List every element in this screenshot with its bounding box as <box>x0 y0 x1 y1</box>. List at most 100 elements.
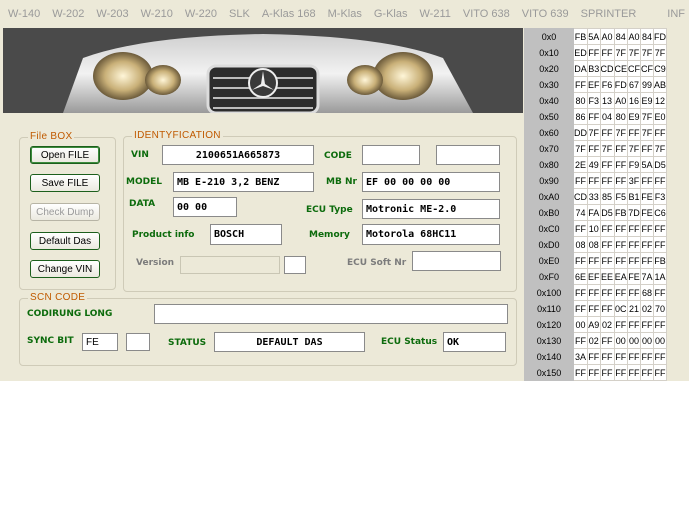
hex-byte-cell[interactable]: 10 <box>587 220 601 237</box>
hex-byte-cell[interactable]: FF <box>627 220 642 237</box>
hex-byte-cell[interactable]: FF <box>587 44 601 61</box>
hex-byte-cell[interactable]: FF <box>640 140 655 157</box>
hex-byte-cell[interactable]: B3 <box>587 60 601 77</box>
hex-byte-cell[interactable]: B1 <box>627 188 642 205</box>
hex-byte-cell[interactable]: FF <box>613 364 629 381</box>
version-field-2[interactable] <box>284 256 306 274</box>
hex-byte-cell[interactable]: 21 <box>627 300 642 317</box>
hex-byte-cell[interactable]: FF <box>599 284 615 301</box>
hex-byte-cell[interactable]: F6 <box>599 76 615 93</box>
hex-byte-cell[interactable]: 02 <box>587 332 601 349</box>
hex-byte-cell[interactable]: FF <box>573 76 588 93</box>
hex-byte-cell[interactable]: FF <box>640 364 655 381</box>
hex-byte-cell[interactable]: 02 <box>640 300 655 317</box>
ecu-type-field[interactable]: Motronic ME-2.0 <box>362 199 500 219</box>
hex-byte-cell[interactable]: FF <box>627 252 642 269</box>
hex-byte-cell[interactable]: EA <box>613 268 629 285</box>
hex-byte-cell[interactable]: 7A <box>640 268 655 285</box>
hex-byte-cell[interactable]: FF <box>573 364 588 381</box>
hex-byte-cell[interactable]: 70 <box>653 300 668 317</box>
hex-byte-cell[interactable]: 7F <box>587 124 601 141</box>
hex-byte-cell[interactable]: 08 <box>587 236 601 253</box>
hex-byte-cell[interactable]: FF <box>587 284 601 301</box>
hex-byte-cell[interactable]: FF <box>587 172 601 189</box>
hex-byte-cell[interactable]: 74 <box>573 204 588 221</box>
hex-byte-cell[interactable]: 7F <box>653 140 668 157</box>
hex-byte-cell[interactable]: 33 <box>587 188 601 205</box>
tab-m-klas[interactable]: M-Klas <box>322 8 368 20</box>
hex-byte-cell[interactable]: CE <box>613 60 629 77</box>
hex-byte-cell[interactable]: ED <box>573 44 588 61</box>
hex-byte-cell[interactable]: 99 <box>640 76 655 93</box>
hex-byte-cell[interactable]: FF <box>613 220 629 237</box>
tab-w-203[interactable]: W-203 <box>90 8 134 20</box>
hex-byte-cell[interactable]: 7F <box>627 44 642 61</box>
hex-byte-cell[interactable]: FF <box>599 252 615 269</box>
hex-byte-cell[interactable]: FF <box>573 332 588 349</box>
hex-byte-cell[interactable]: 84 <box>613 28 629 45</box>
hex-byte-cell[interactable]: 7F <box>653 44 668 61</box>
hex-byte-cell[interactable]: 13 <box>599 92 615 109</box>
tab-a-klas-168[interactable]: A-Klas 168 <box>256 8 322 20</box>
hex-byte-cell[interactable]: 16 <box>627 92 642 109</box>
hex-byte-cell[interactable]: FF <box>599 44 615 61</box>
hex-byte-cell[interactable]: A0 <box>613 92 629 109</box>
hex-byte-cell[interactable]: 49 <box>587 156 601 173</box>
hex-byte-cell[interactable]: 00 <box>573 316 588 333</box>
hex-byte-cell[interactable]: FF <box>640 252 655 269</box>
hex-byte-cell[interactable]: FF <box>653 236 668 253</box>
tab-w-202[interactable]: W-202 <box>46 8 90 20</box>
hex-byte-cell[interactable]: FF <box>627 364 642 381</box>
hex-byte-cell[interactable]: CD <box>573 188 588 205</box>
hex-byte-cell[interactable]: FF <box>613 156 629 173</box>
mbnr-field[interactable]: EF 00 00 00 00 <box>362 172 500 192</box>
hex-byte-cell[interactable]: 80 <box>613 108 629 125</box>
tab-vito-638[interactable]: VITO 638 <box>457 8 516 20</box>
hex-byte-cell[interactable]: FF <box>599 300 615 317</box>
tab-w-211[interactable]: W-211 <box>413 8 456 20</box>
hex-byte-cell[interactable]: 12 <box>653 92 668 109</box>
model-field[interactable]: MB E-210 3,2 BENZ <box>173 172 314 192</box>
hex-byte-cell[interactable]: D5 <box>653 156 668 173</box>
ecu-soft-nr-field[interactable] <box>412 251 501 271</box>
hex-byte-cell[interactable]: FF <box>653 348 668 365</box>
hex-byte-cell[interactable]: FF <box>613 140 629 157</box>
hex-byte-cell[interactable]: F9 <box>627 156 642 173</box>
hex-byte-cell[interactable]: FF <box>599 172 615 189</box>
hex-byte-cell[interactable]: FB <box>653 252 668 269</box>
hex-byte-cell[interactable]: FF <box>573 252 588 269</box>
hex-byte-cell[interactable]: FF <box>627 124 642 141</box>
hex-byte-cell[interactable]: F5 <box>613 188 629 205</box>
hex-byte-cell[interactable]: FF <box>573 220 588 237</box>
hex-byte-cell[interactable]: 67 <box>627 76 642 93</box>
hex-byte-cell[interactable]: 3A <box>573 348 588 365</box>
hex-byte-cell[interactable]: FF <box>599 124 615 141</box>
hex-byte-cell[interactable]: FF <box>587 252 601 269</box>
hex-byte-cell[interactable]: FF <box>613 172 629 189</box>
hex-byte-cell[interactable]: 7F <box>640 124 655 141</box>
hex-byte-cell[interactable]: 7F <box>613 44 629 61</box>
change-vin-button[interactable]: Change VIN <box>30 260 100 278</box>
hex-byte-cell[interactable]: FF <box>653 284 668 301</box>
hex-byte-cell[interactable]: 00 <box>640 332 655 349</box>
hex-byte-cell[interactable]: 08 <box>573 236 588 253</box>
hex-byte-cell[interactable]: 85 <box>599 188 615 205</box>
hex-byte-cell[interactable]: FE <box>640 188 655 205</box>
hex-byte-cell[interactable]: FF <box>599 332 615 349</box>
hex-byte-cell[interactable]: 84 <box>640 28 655 45</box>
hex-byte-cell[interactable]: 7F <box>627 140 642 157</box>
hex-byte-cell[interactable]: FF <box>613 284 629 301</box>
hex-byte-cell[interactable]: FF <box>587 108 601 125</box>
hex-byte-cell[interactable]: FF <box>587 348 601 365</box>
hex-byte-cell[interactable]: AB <box>653 76 668 93</box>
hex-byte-cell[interactable]: F3 <box>587 92 601 109</box>
hex-byte-cell[interactable]: FF <box>627 348 642 365</box>
hex-byte-cell[interactable]: FE <box>640 204 655 221</box>
hex-byte-cell[interactable]: FF <box>640 220 655 237</box>
hex-byte-cell[interactable]: 1A <box>653 268 668 285</box>
hex-byte-cell[interactable]: FD <box>613 76 629 93</box>
hex-byte-cell[interactable]: FF <box>613 236 629 253</box>
hex-byte-cell[interactable]: 7F <box>573 140 588 157</box>
hex-byte-cell[interactable]: 7F <box>640 44 655 61</box>
hex-byte-cell[interactable]: 7F <box>613 124 629 141</box>
